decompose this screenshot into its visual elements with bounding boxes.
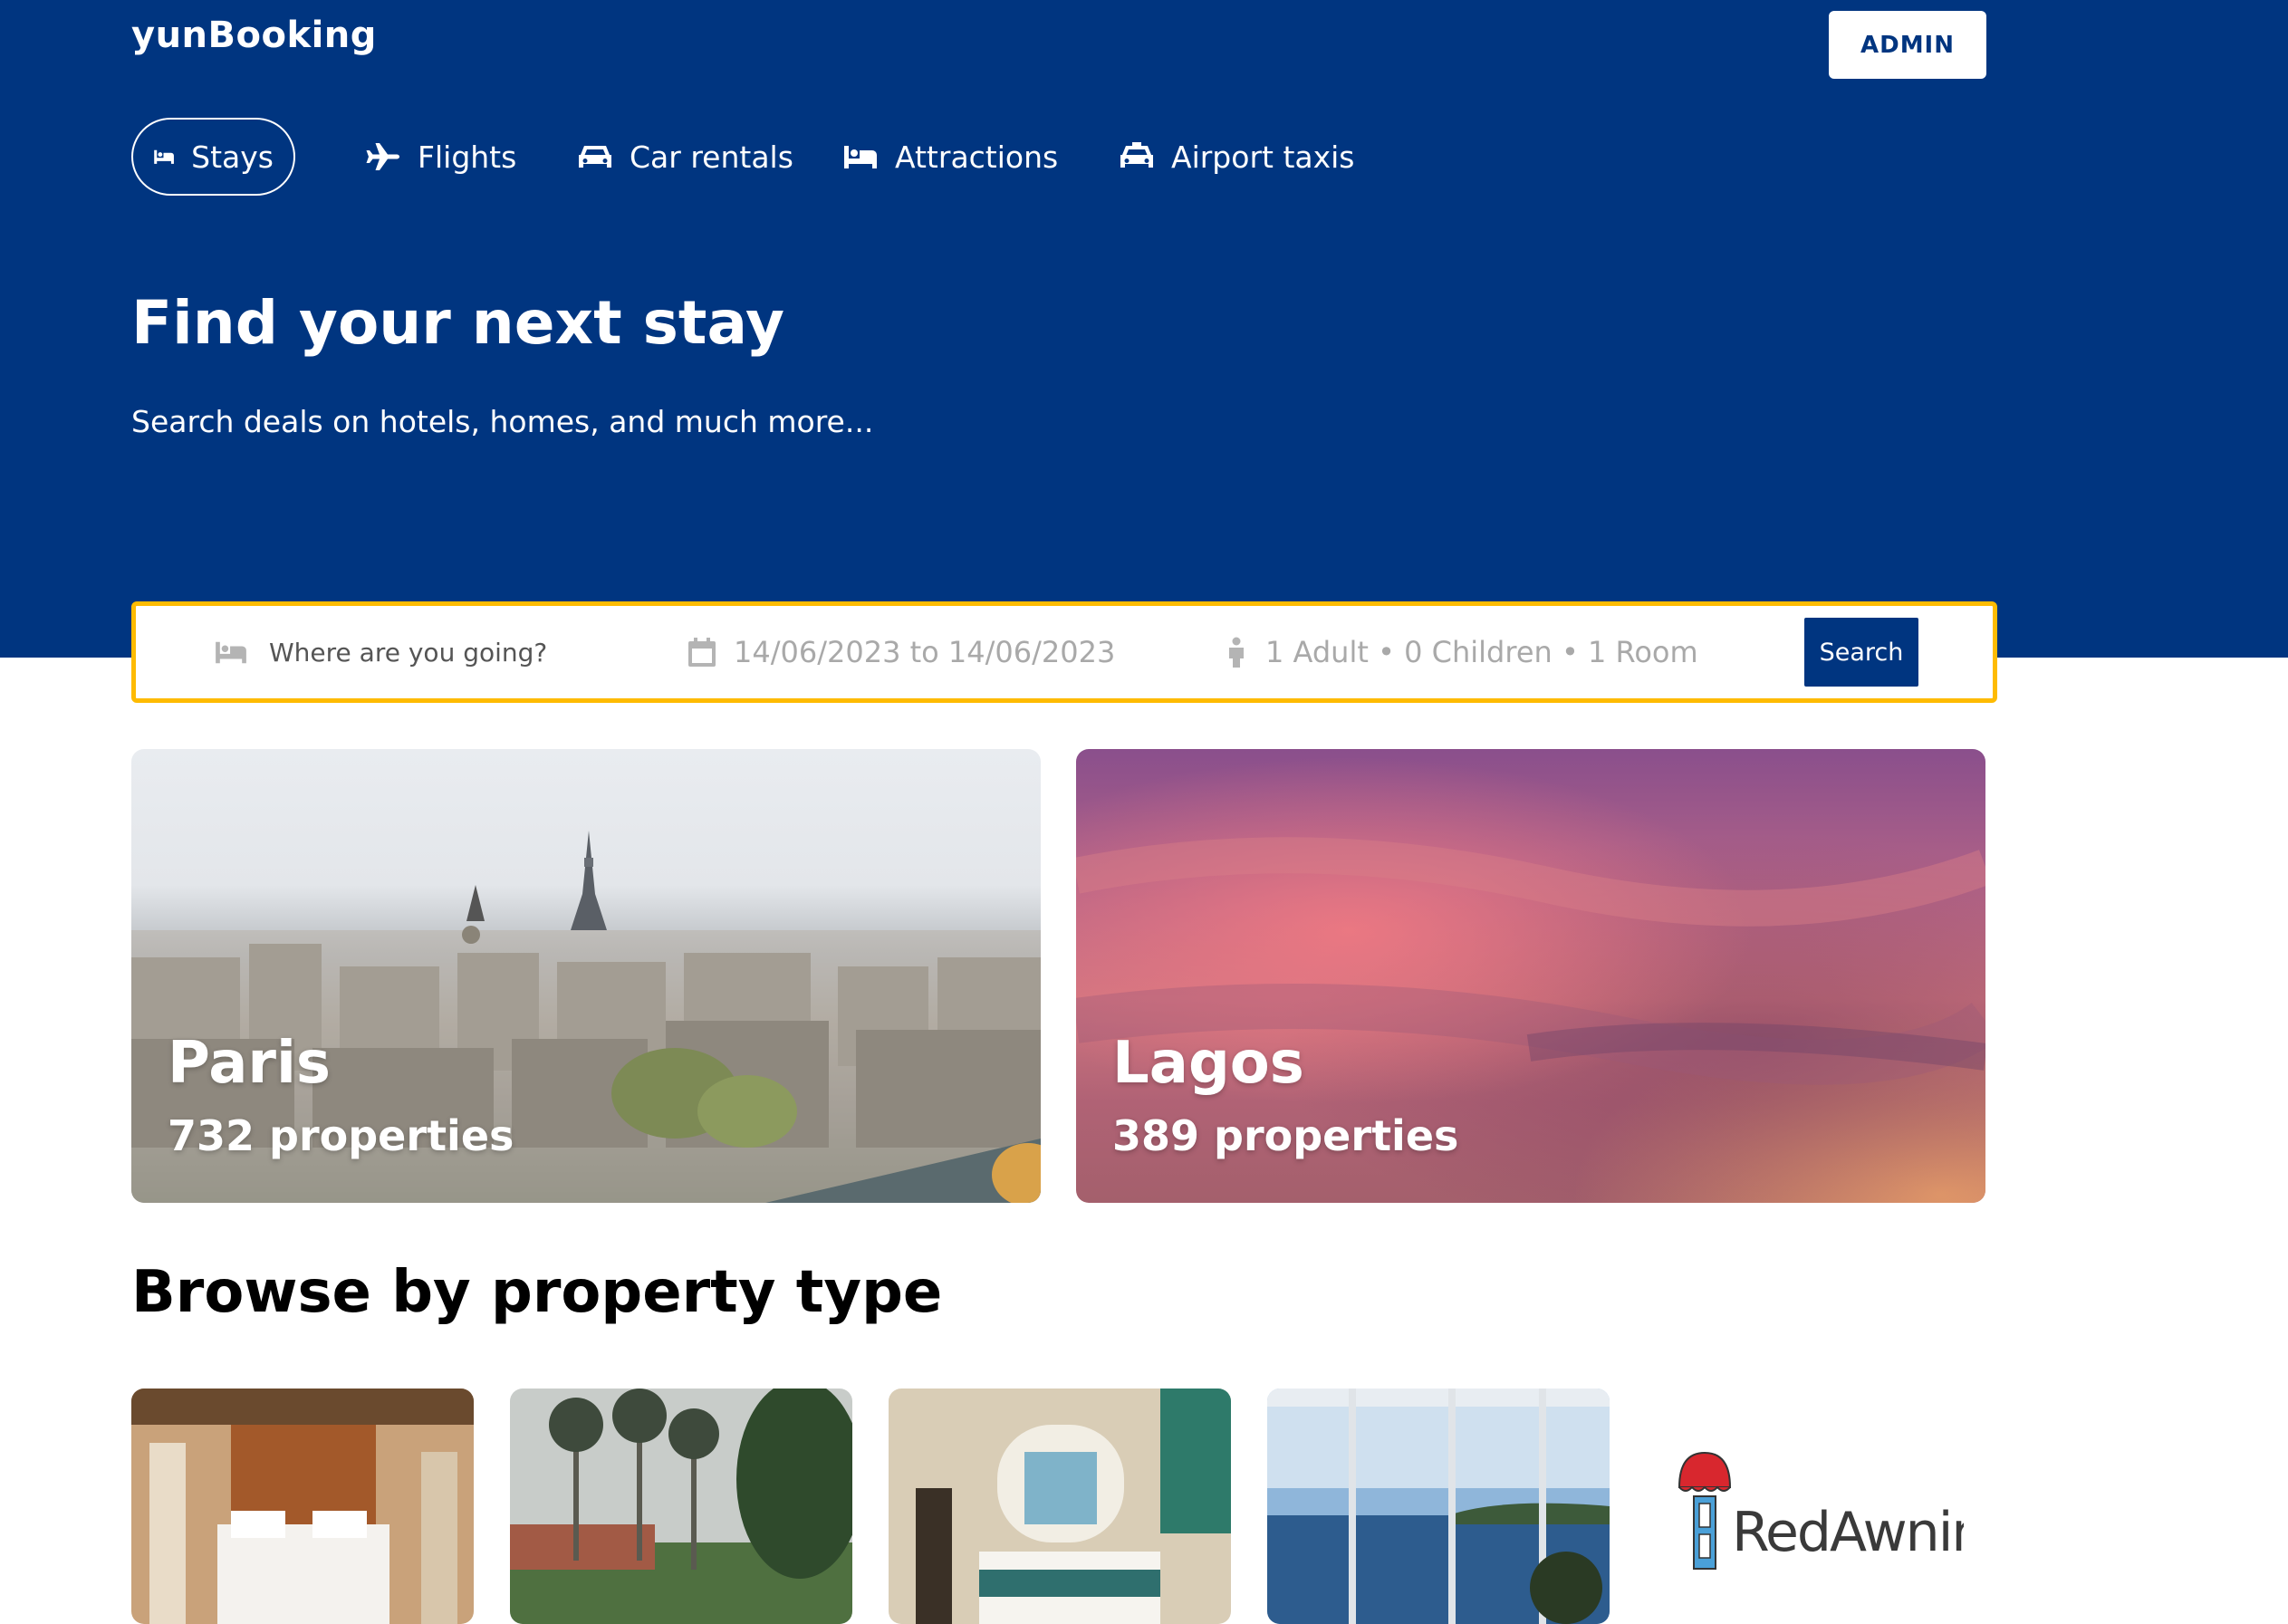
- guests-text: 1 Adult • 0 Children • 1 Room: [1265, 635, 1698, 669]
- hotel-suite-image: [889, 1389, 1231, 1624]
- nav-item-airport-taxis[interactable]: Airport taxis: [1119, 118, 1355, 196]
- redawning-logo: RedAwning: [1674, 1449, 2019, 1576]
- property-card-sea-view[interactable]: [1267, 1389, 1610, 1624]
- nav-label-stays: Stays: [191, 139, 274, 175]
- header: yunBooking ADMIN Stays Flights Car renta…: [0, 0, 2288, 658]
- property-types-title: Browse by property type: [131, 1259, 943, 1326]
- search-bar: 14/06/2023 to 14/06/2023 1 Adult • 0 Chi…: [131, 601, 1997, 703]
- bed-icon: [216, 641, 246, 664]
- nav-item-stays[interactable]: Stays: [131, 118, 295, 196]
- person-icon: [1229, 637, 1244, 668]
- calendar-icon: [688, 638, 716, 667]
- nav-label-attractions: Attractions: [895, 139, 1059, 175]
- nav-label-flights: Flights: [418, 139, 517, 175]
- logo[interactable]: yunBooking: [131, 14, 377, 56]
- bed-icon: [844, 146, 877, 168]
- property-card-resort[interactable]: [510, 1389, 852, 1624]
- hero-subtitle: Search deals on hotels, homes, and much …: [131, 404, 874, 439]
- search-button[interactable]: Search: [1804, 618, 1918, 687]
- featured-card-paris[interactable]: Paris 732 properties: [131, 749, 1041, 1203]
- nav-label-airport-taxis: Airport taxis: [1171, 139, 1355, 175]
- city-name-lagos: Lagos: [1112, 1030, 1304, 1097]
- nav-label-car-rentals: Car rentals: [630, 139, 793, 175]
- property-card-hotel[interactable]: [131, 1389, 474, 1624]
- nav-item-flights[interactable]: Flights: [365, 118, 516, 196]
- plane-icon: [366, 143, 399, 170]
- date-field[interactable]: 14/06/2023 to 14/06/2023: [688, 606, 1115, 698]
- svg-text:RedAwning: RedAwning: [1732, 1501, 1964, 1564]
- bed-icon: [154, 149, 174, 164]
- destination-input[interactable]: [267, 636, 651, 668]
- city-count-lagos: 389 properties: [1112, 1111, 1459, 1160]
- admin-button[interactable]: ADMIN: [1829, 11, 1986, 79]
- destination-field[interactable]: [213, 606, 651, 698]
- sea-view-window-image: [1267, 1389, 1610, 1624]
- featured-card-lagos[interactable]: Lagos 389 properties: [1076, 749, 1985, 1203]
- guests-field[interactable]: 1 Adult • 0 Children • 1 Room: [1226, 606, 1698, 698]
- hotel-room-image: [131, 1389, 474, 1624]
- city-count-paris: 732 properties: [168, 1111, 514, 1160]
- nav-item-car-rentals[interactable]: Car rentals: [577, 118, 793, 196]
- nav-item-attractions[interactable]: Attractions: [842, 118, 1058, 196]
- hero-title: Find your next stay: [131, 288, 785, 358]
- city-name-paris: Paris: [168, 1030, 331, 1097]
- date-range-text: 14/06/2023 to 14/06/2023: [734, 635, 1116, 669]
- property-card-suite[interactable]: [889, 1389, 1231, 1624]
- car-icon: [579, 146, 611, 168]
- palm-trees-resort-image: [510, 1389, 852, 1624]
- taxi-icon: [1120, 142, 1153, 168]
